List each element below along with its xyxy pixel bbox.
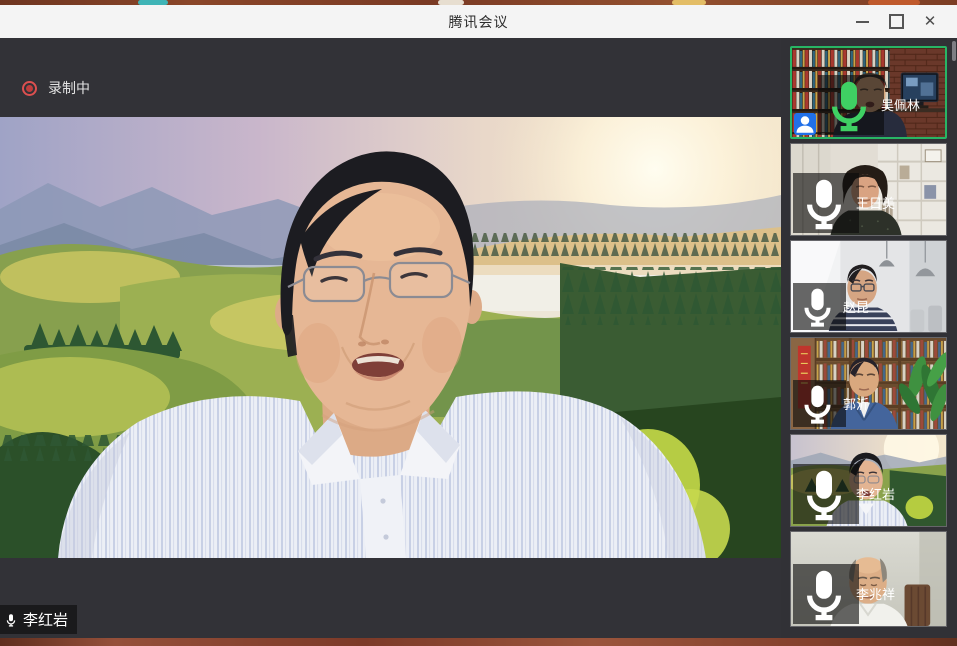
recording-dot-icon bbox=[22, 81, 37, 96]
sidebar-scrollbar[interactable] bbox=[952, 41, 956, 61]
participant-tile-5[interactable]: 李红岩 bbox=[790, 434, 947, 527]
participant-name: 郭沂 bbox=[843, 394, 869, 413]
participant-name-tag: 郭沂 bbox=[793, 380, 846, 427]
desktop-background-bottom bbox=[0, 638, 957, 646]
participant-tile-2[interactable]: 王日美 bbox=[790, 143, 947, 236]
participant-tile-4[interactable]: 郭沂 bbox=[790, 337, 947, 430]
microphone-icon bbox=[796, 466, 852, 522]
participant-tile-1[interactable]: 吴佩林 bbox=[790, 46, 947, 139]
recording-label: 录制中 bbox=[48, 78, 90, 98]
meeting-content: 录制中 bbox=[0, 38, 957, 638]
participant-name: 李红岩 bbox=[856, 484, 895, 503]
main-speaker-name-tag: 李红岩 bbox=[0, 605, 77, 634]
minimize-button[interactable] bbox=[845, 5, 879, 38]
participant-list: 吴佩林 bbox=[790, 46, 947, 627]
window-title: 腾讯会议 bbox=[449, 12, 509, 32]
maximize-button[interactable] bbox=[879, 5, 913, 38]
participants-sidebar: 吴佩林 bbox=[781, 38, 957, 638]
main-stage: 录制中 bbox=[0, 38, 781, 638]
participant-name: 赵昆 bbox=[843, 297, 869, 316]
main-speaker-name: 李红岩 bbox=[23, 609, 68, 630]
window-controls: ✕ bbox=[845, 5, 947, 38]
participant-name-tag: 李红岩 bbox=[793, 464, 859, 524]
close-icon: ✕ bbox=[924, 14, 937, 29]
microphone-icon bbox=[796, 566, 852, 622]
participant-tile-3[interactable]: 赵昆 bbox=[790, 240, 947, 333]
participant-name-tag: 吴佩林 bbox=[818, 75, 884, 135]
participant-name: 李兆祥 bbox=[856, 584, 895, 603]
participant-name-tag: 王日美 bbox=[793, 173, 859, 233]
participant-tile-6[interactable]: 李兆祥 bbox=[790, 531, 947, 627]
participant-name-tag: 李兆祥 bbox=[793, 564, 859, 624]
microphone-icon bbox=[4, 613, 18, 627]
participant-name: 王日美 bbox=[856, 193, 895, 212]
participant-name-tag: 赵昆 bbox=[793, 283, 846, 330]
main-speaker-video[interactable] bbox=[0, 117, 781, 558]
window-titlebar[interactable]: 腾讯会议 ✕ bbox=[0, 5, 957, 38]
microphone-icon bbox=[796, 175, 852, 231]
host-person-icon bbox=[794, 113, 816, 135]
maximize-icon bbox=[889, 14, 904, 29]
main-speaker-video-render bbox=[0, 117, 781, 558]
minimize-icon bbox=[856, 21, 869, 23]
close-button[interactable]: ✕ bbox=[913, 5, 947, 38]
participant-name: 吴佩林 bbox=[881, 95, 920, 114]
microphone-icon bbox=[796, 285, 839, 328]
host-badge bbox=[794, 113, 816, 135]
microphone-icon bbox=[796, 382, 839, 425]
recording-indicator: 录制中 bbox=[22, 78, 90, 98]
microphone-icon-speaking bbox=[821, 77, 877, 133]
